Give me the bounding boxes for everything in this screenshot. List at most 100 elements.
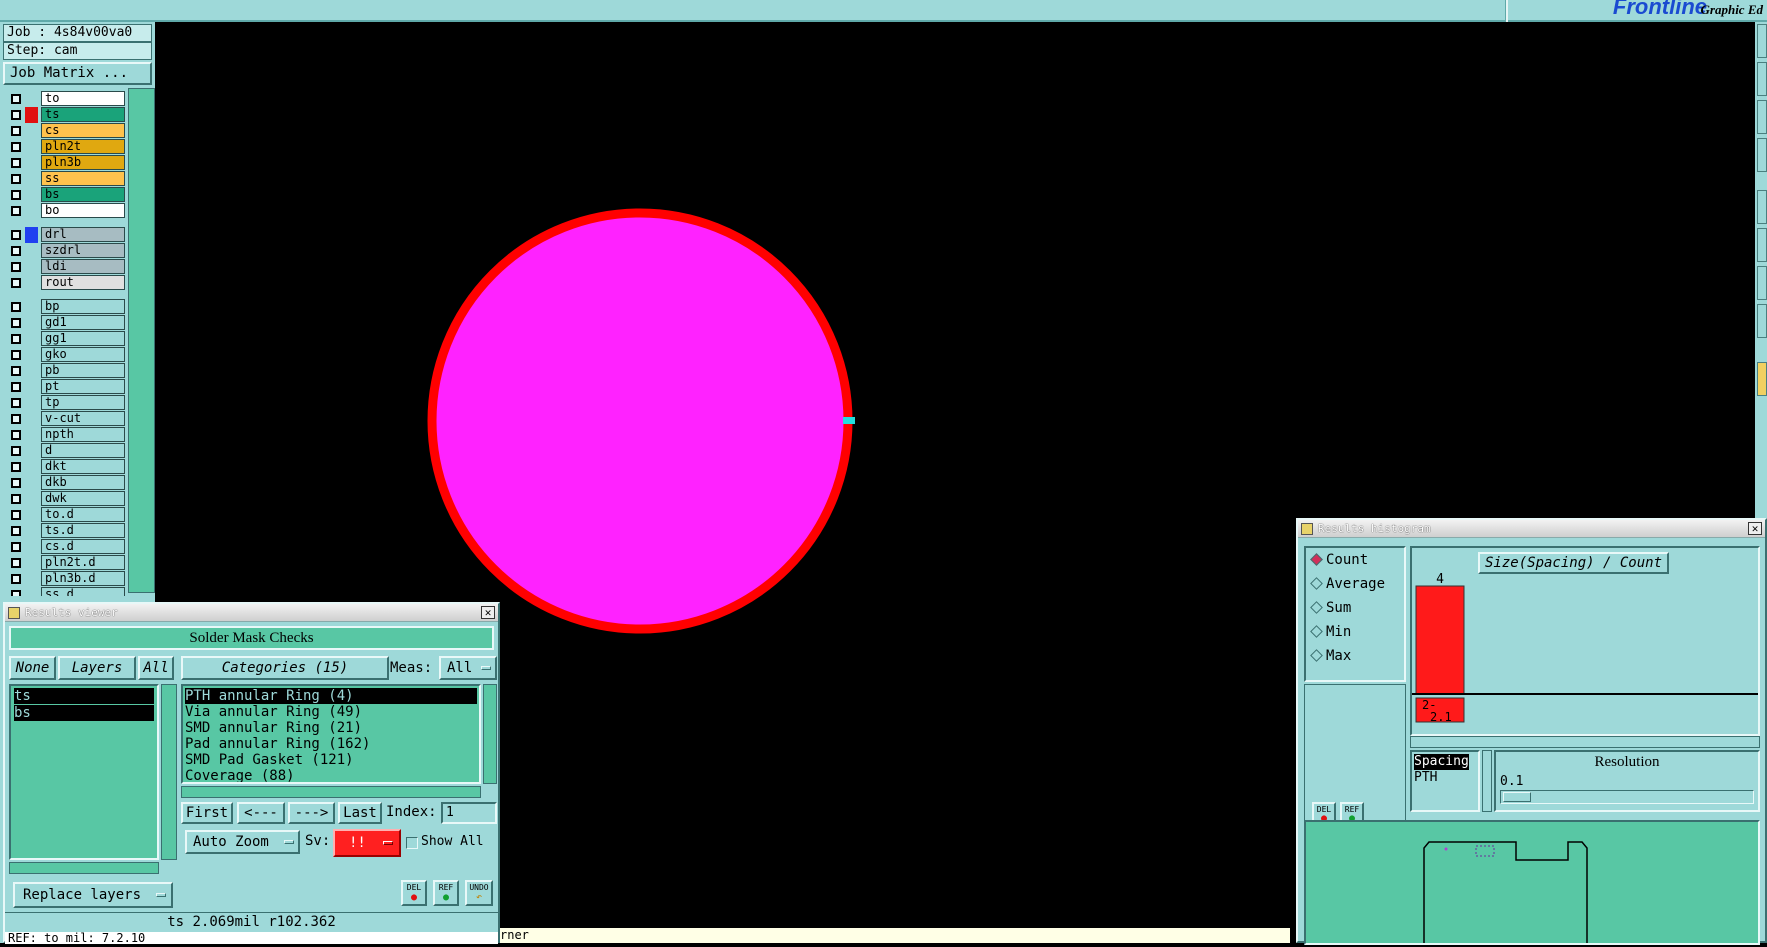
layer-checkbox[interactable] <box>11 510 21 520</box>
layer-name[interactable]: dkt <box>41 459 125 474</box>
auto-zoom-dropdown[interactable]: Auto Zoom <box>185 830 300 854</box>
layer-row[interactable]: npth <box>3 427 125 443</box>
layer-checkbox[interactable] <box>11 334 21 344</box>
right-tool-9[interactable] <box>1757 362 1767 396</box>
layer-checkbox[interactable] <box>11 574 21 584</box>
layer-checkbox[interactable] <box>11 382 21 392</box>
category-item[interactable]: Coverage (88) <box>185 768 477 782</box>
none-button[interactable]: None <box>9 656 56 680</box>
layer-name[interactable]: ss.d <box>41 587 125 596</box>
layer-name[interactable]: ss <box>41 171 125 186</box>
layer-checkbox[interactable] <box>11 110 21 120</box>
layer-checkbox[interactable] <box>11 462 21 472</box>
layer-name[interactable]: pb <box>41 363 125 378</box>
right-tool-8[interactable] <box>1757 304 1767 338</box>
layer-name[interactable]: gg1 <box>41 331 125 346</box>
layer-row[interactable]: bo <box>3 203 125 219</box>
layer-checkbox[interactable] <box>11 142 21 152</box>
layer-checkbox[interactable] <box>11 158 21 168</box>
radio-diamond-icon[interactable] <box>1310 649 1323 662</box>
layer-row[interactable]: d <box>3 443 125 459</box>
layer-selection-swatch[interactable] <box>25 427 38 443</box>
histogram-plot-area[interactable]: Size(Spacing) / Count 4 2- 2.1 <box>1410 546 1760 736</box>
layer-checkbox[interactable] <box>11 446 21 456</box>
attribute-item[interactable]: PTH <box>1414 770 1476 786</box>
aggregate-option[interactable]: Average <box>1306 572 1404 596</box>
layer-row[interactable]: ss.d <box>3 587 125 596</box>
layer-checkbox[interactable] <box>11 398 21 408</box>
attribute-item[interactable]: Spacing <box>1414 754 1469 770</box>
layer-name[interactable]: d <box>41 443 125 458</box>
layer-name[interactable]: tp <box>41 395 125 410</box>
layer-selection-swatch[interactable] <box>25 299 38 315</box>
layer-selection-swatch[interactable] <box>25 107 38 123</box>
layer-selection-swatch[interactable] <box>25 203 38 219</box>
layer-row[interactable]: pln2t.d <box>3 555 125 571</box>
layer-checkbox[interactable] <box>11 126 21 136</box>
category-item[interactable]: SMD Pad Gasket (121) <box>185 752 477 768</box>
layer-row[interactable]: v-cut <box>3 411 125 427</box>
layer-name[interactable]: dwk <box>41 491 125 506</box>
layer-selection-swatch[interactable] <box>25 395 38 411</box>
layer-row[interactable]: pln3b.d <box>3 571 125 587</box>
layer-checkbox[interactable] <box>11 302 21 312</box>
layer-selection-swatch[interactable] <box>25 139 38 155</box>
layer-selection-swatch[interactable] <box>25 539 38 555</box>
attribute-list-vscroll[interactable] <box>1482 750 1492 812</box>
layer-row[interactable]: pb <box>3 363 125 379</box>
layer-row[interactable]: drl <box>3 227 125 243</box>
category-item[interactable]: SMD annular Ring (21) <box>185 720 477 736</box>
layer-name[interactable]: npth <box>41 427 125 442</box>
layer-checkbox[interactable] <box>11 190 21 200</box>
layer-selection-swatch[interactable] <box>25 379 38 395</box>
layer-selection-swatch[interactable] <box>25 555 38 571</box>
layer-name[interactable]: bo <box>41 203 125 218</box>
layer-row[interactable]: pt <box>3 379 125 395</box>
layer-name[interactable]: cs.d <box>41 539 125 554</box>
show-all-checkbox[interactable] <box>406 837 418 849</box>
layer-row[interactable]: tp <box>3 395 125 411</box>
layer-selection-swatch[interactable] <box>25 347 38 363</box>
layer-selection-swatch[interactable] <box>25 91 38 107</box>
layer-name[interactable]: szdrl <box>41 243 125 258</box>
layer-checkbox[interactable] <box>11 174 21 184</box>
layer-row[interactable]: dwk <box>3 491 125 507</box>
layer-row[interactable]: gko <box>3 347 125 363</box>
layer-row[interactable]: szdrl <box>3 243 125 259</box>
attribute-list[interactable]: Spacing PTH <box>1410 750 1480 812</box>
aggregate-option[interactable]: Count <box>1306 548 1404 572</box>
layer-selection-swatch[interactable] <box>25 587 38 596</box>
layer-selection-swatch[interactable] <box>25 363 38 379</box>
layer-checkbox[interactable] <box>11 262 21 272</box>
layer-selection-swatch[interactable] <box>25 227 38 243</box>
layer-name[interactable]: to.d <box>41 507 125 522</box>
severity-dropdown[interactable]: !! <box>333 829 401 857</box>
aggregate-option[interactable]: Min <box>1306 620 1404 644</box>
categories-label[interactable]: Categories (15) <box>181 656 389 680</box>
aggregate-option[interactable]: Sum <box>1306 596 1404 620</box>
right-tool-2[interactable] <box>1757 62 1767 96</box>
pth-pad[interactable] <box>427 208 853 634</box>
category-item[interactable]: Via annular Ring (49) <box>185 704 477 720</box>
resolution-slider[interactable] <box>1500 790 1754 804</box>
layers-list[interactable]: ts bs <box>9 684 159 860</box>
radio-diamond-icon[interactable] <box>1310 601 1323 614</box>
layer-name[interactable]: rout <box>41 275 125 290</box>
layer-name[interactable]: pln2t <box>41 139 125 154</box>
layer-selection-swatch[interactable] <box>25 259 38 275</box>
layer-selection-swatch[interactable] <box>25 155 38 171</box>
layer-row[interactable]: ts.d <box>3 523 125 539</box>
layer-checkbox[interactable] <box>11 590 21 596</box>
layer-row[interactable]: pln3b <box>3 155 125 171</box>
histogram-bar[interactable] <box>1415 585 1465 695</box>
layer-selection-swatch[interactable] <box>25 443 38 459</box>
layer-selection-swatch[interactable] <box>25 411 38 427</box>
right-tool-1[interactable] <box>1757 24 1767 58</box>
layer-selection-swatch[interactable] <box>25 459 38 475</box>
layer-name[interactable]: bs <box>41 187 125 202</box>
layer-row[interactable]: cs.d <box>3 539 125 555</box>
layer-selection-swatch[interactable] <box>25 491 38 507</box>
layer-result-item[interactable]: bs <box>14 705 154 721</box>
layer-checkbox[interactable] <box>11 526 21 536</box>
layer-row[interactable]: to <box>3 91 125 107</box>
